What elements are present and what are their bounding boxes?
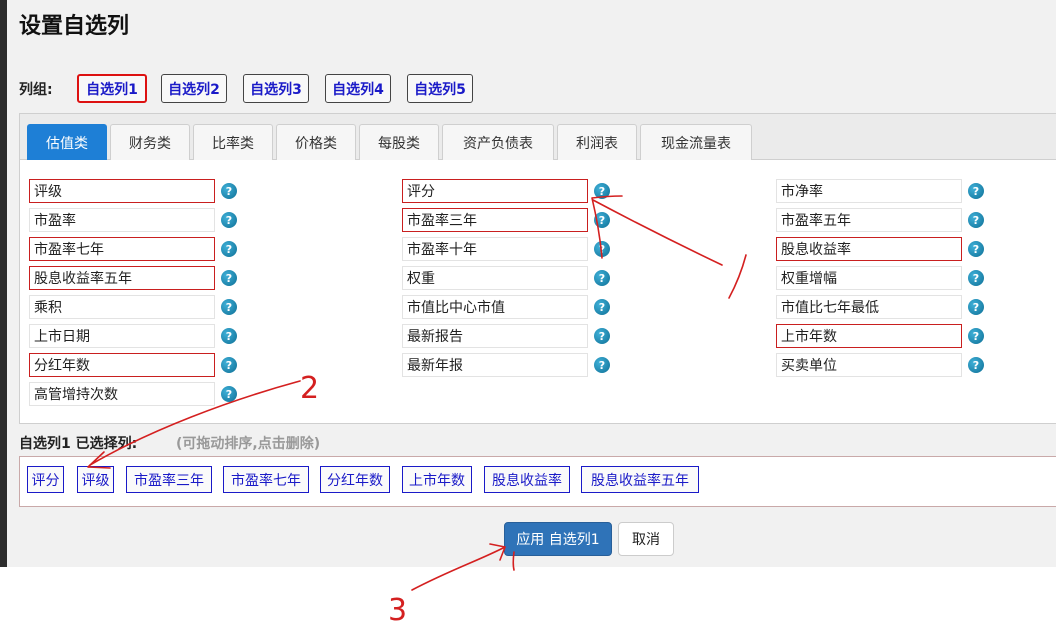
- field-pe-5y[interactable]: 市盈率五年: [776, 208, 962, 232]
- group-button-1[interactable]: 自选列1: [77, 74, 147, 103]
- help-icon[interactable]: ?: [594, 299, 610, 315]
- tab-price[interactable]: 价格类: [276, 124, 356, 160]
- field-product[interactable]: 乘积: [29, 295, 215, 319]
- selected-label: 自选列1 已选择列:: [19, 436, 138, 452]
- selected-chip[interactable]: 评分: [27, 466, 64, 493]
- field-dividend-years[interactable]: 分红年数: [29, 353, 215, 377]
- field-score[interactable]: 评分: [402, 179, 588, 203]
- field-weight-growth[interactable]: 权重增幅: [776, 266, 962, 290]
- apply-button[interactable]: 应用 自选列1: [504, 522, 612, 556]
- selected-chip[interactable]: 上市年数: [402, 466, 472, 493]
- field-pe[interactable]: 市盈率: [29, 208, 215, 232]
- field-dividend-yield[interactable]: 股息收益率: [776, 237, 962, 261]
- annotation-number-3: 3: [388, 593, 407, 624]
- group-button-4[interactable]: 自选列4: [325, 74, 391, 103]
- field-mcap-vs-median[interactable]: 市值比中心市值: [402, 295, 588, 319]
- field-dividend-yield-5y[interactable]: 股息收益率五年: [29, 266, 215, 290]
- tab-ratio[interactable]: 比率类: [193, 124, 273, 160]
- help-icon[interactable]: ?: [968, 212, 984, 228]
- field-latest-annual[interactable]: 最新年报: [402, 353, 588, 377]
- help-icon[interactable]: ?: [968, 270, 984, 286]
- group-button-5[interactable]: 自选列5: [407, 74, 473, 103]
- selected-chip[interactable]: 市盈率三年: [126, 466, 212, 493]
- help-icon[interactable]: ?: [221, 357, 237, 373]
- group-label: 列组:: [19, 82, 53, 98]
- field-pb[interactable]: 市净率: [776, 179, 962, 203]
- help-icon[interactable]: ?: [594, 212, 610, 228]
- group-button-2[interactable]: 自选列2: [161, 74, 227, 103]
- tab-bar: 估值类 财务类 比率类 价格类 每股类 资产负债表 利润表 现金流量表: [20, 114, 1056, 160]
- field-listing-date[interactable]: 上市日期: [29, 324, 215, 348]
- help-icon[interactable]: ?: [221, 270, 237, 286]
- field-latest-report[interactable]: 最新报告: [402, 324, 588, 348]
- selected-chip[interactable]: 分红年数: [320, 466, 390, 493]
- field-pe-10y[interactable]: 市盈率十年: [402, 237, 588, 261]
- field-exec-buys[interactable]: 高管增持次数: [29, 382, 215, 406]
- field-pe-7y[interactable]: 市盈率七年: [29, 237, 215, 261]
- field-rating[interactable]: 评级: [29, 179, 215, 203]
- help-icon[interactable]: ?: [221, 299, 237, 315]
- help-icon[interactable]: ?: [594, 183, 610, 199]
- tab-income-statement[interactable]: 利润表: [557, 124, 637, 160]
- help-icon[interactable]: ?: [221, 183, 237, 199]
- selected-hint: (可拖动排序,点击删除): [176, 436, 321, 452]
- help-icon[interactable]: ?: [594, 328, 610, 344]
- field-listing-years[interactable]: 上市年数: [776, 324, 962, 348]
- field-pe-3y[interactable]: 市盈率三年: [402, 208, 588, 232]
- selected-chip[interactable]: 评级: [77, 466, 114, 493]
- selected-chip[interactable]: 股息收益率五年: [581, 466, 699, 493]
- help-icon[interactable]: ?: [968, 328, 984, 344]
- tab-per-share[interactable]: 每股类: [359, 124, 439, 160]
- help-icon[interactable]: ?: [968, 357, 984, 373]
- help-icon[interactable]: ?: [594, 270, 610, 286]
- page-title: 设置自选列: [19, 14, 130, 39]
- help-icon[interactable]: ?: [221, 212, 237, 228]
- selected-chip[interactable]: 股息收益率: [484, 466, 570, 493]
- help-icon[interactable]: ?: [594, 357, 610, 373]
- field-lot-size[interactable]: 买卖单位: [776, 353, 962, 377]
- help-icon[interactable]: ?: [221, 241, 237, 257]
- help-icon[interactable]: ?: [221, 386, 237, 402]
- tab-finance[interactable]: 财务类: [110, 124, 190, 160]
- field-mcap-vs-7y-low[interactable]: 市值比七年最低: [776, 295, 962, 319]
- help-icon[interactable]: ?: [968, 299, 984, 315]
- field-weight[interactable]: 权重: [402, 266, 588, 290]
- left-edge: [0, 0, 7, 567]
- tab-balance-sheet[interactable]: 资产负债表: [442, 124, 554, 160]
- help-icon[interactable]: ?: [968, 241, 984, 257]
- group-button-3[interactable]: 自选列3: [243, 74, 309, 103]
- help-icon[interactable]: ?: [594, 241, 610, 257]
- tab-cash-flow[interactable]: 现金流量表: [640, 124, 752, 160]
- tab-valuation[interactable]: 估值类: [27, 124, 107, 160]
- cancel-button[interactable]: 取消: [618, 522, 674, 556]
- help-icon[interactable]: ?: [968, 183, 984, 199]
- help-icon[interactable]: ?: [221, 328, 237, 344]
- selected-chip[interactable]: 市盈率七年: [223, 466, 309, 493]
